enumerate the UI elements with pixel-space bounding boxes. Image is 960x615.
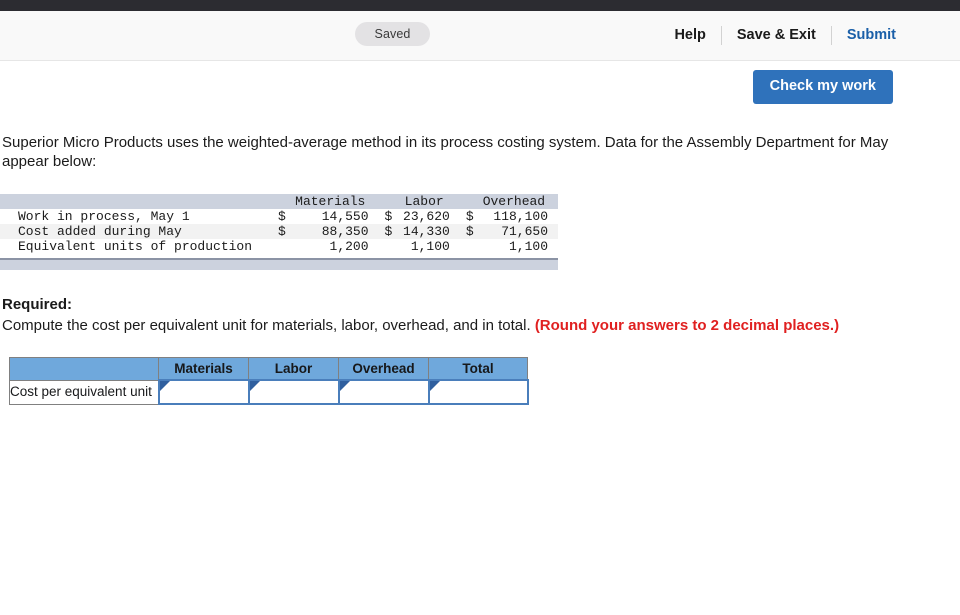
app-header: Saved Help Save & Exit Submit — [0, 11, 960, 61]
answer-header-overhead: Overhead — [338, 357, 429, 381]
cell-currency — [272, 239, 292, 254]
cell-currency — [460, 239, 480, 254]
row-label: Equivalent units of production — [18, 239, 253, 254]
total-input[interactable] — [429, 382, 527, 402]
header-cell-currency-materials — [271, 194, 292, 209]
required-instruction-text: Compute the cost per equivalent unit for… — [2, 317, 531, 334]
answer-header-row: Materials Labor Overhead Total — [9, 357, 528, 381]
header-cell-currency-labor — [378, 194, 399, 209]
materials-input[interactable] — [159, 382, 248, 402]
cell-marker-icon — [159, 381, 170, 391]
app-top-strip — [0, 0, 960, 11]
cell-value: 23,620 — [403, 209, 450, 224]
cell-currency: $ — [465, 209, 474, 224]
answer-row: Cost per equivalent unit — [9, 379, 529, 405]
help-button[interactable]: Help — [659, 28, 720, 43]
cell-value: 118,100 — [493, 209, 548, 224]
overhead-input[interactable] — [339, 382, 428, 402]
header-actions: Help Save & Exit Submit — [659, 11, 896, 60]
cell-value: 1,100 — [508, 239, 548, 254]
cell-value: 14,330 — [398, 224, 460, 239]
question-intro-text: Superior Micro Products uses the weighte… — [2, 134, 889, 170]
answer-header-materials: Materials — [158, 357, 249, 381]
answer-table: Materials Labor Overhead Total Cost per … — [9, 357, 960, 405]
table-row: Cost added during May $ 88,350 $ 14,330 … — [0, 224, 558, 239]
cell-currency: $ — [384, 209, 393, 224]
header-cell-labor: Labor — [398, 194, 460, 209]
cell-currency: $ — [271, 224, 292, 239]
submit-button[interactable]: Submit — [832, 28, 896, 43]
check-my-work-row: Check my work — [0, 61, 960, 107]
question-content: Superior Micro Products uses the weighte… — [0, 133, 960, 405]
table-header-row: Materials Labor Overhead — [0, 194, 558, 209]
header-cell-overhead: Overhead — [479, 194, 558, 209]
header-cell-materials: Materials — [291, 194, 379, 209]
given-data-table: Materials Labor Overhead Work in process… — [0, 194, 558, 270]
check-my-work-button[interactable]: Check my work — [752, 70, 893, 104]
row-label: Work in process, May 1 — [18, 209, 190, 224]
cell-marker-icon — [249, 381, 260, 391]
header-cell-blank — [0, 194, 272, 209]
cell-value: 1,100 — [410, 239, 450, 254]
cell-currency: $ — [277, 209, 286, 224]
cell-currency — [379, 239, 399, 254]
cell-value: 88,350 — [291, 224, 379, 239]
answer-header-total: Total — [428, 357, 528, 381]
save-and-exit-button[interactable]: Save & Exit — [722, 28, 831, 43]
answer-cell-labor[interactable] — [247, 379, 340, 405]
answer-row-label: Cost per equivalent unit — [9, 379, 159, 405]
answer-cell-total[interactable] — [427, 379, 529, 405]
required-heading: Required: — [2, 296, 73, 313]
status-badge: Saved — [355, 22, 430, 46]
header-cell-currency-overhead — [459, 194, 480, 209]
answer-header-labor: Labor — [248, 357, 339, 381]
table-row: Work in process, May 1 $ 14,550 $ 23,620… — [0, 209, 558, 224]
cell-currency: $ — [378, 224, 399, 239]
cell-marker-icon — [429, 381, 440, 391]
cell-value: 71,650 — [479, 224, 558, 239]
labor-input[interactable] — [249, 382, 338, 402]
rounding-note: (Round your answers to 2 decimal places.… — [534, 317, 840, 334]
answer-cell-materials[interactable] — [157, 379, 250, 405]
answer-cell-overhead[interactable] — [337, 379, 430, 405]
cell-marker-icon — [339, 381, 350, 391]
answer-header-corner — [9, 357, 159, 381]
required-instructions: Compute the cost per equivalent unit for… — [2, 316, 960, 335]
cell-value: 14,550 — [321, 209, 369, 224]
cell-currency: $ — [459, 224, 480, 239]
table-row: Equivalent units of production 1,200 1,1… — [0, 239, 558, 254]
row-label: Cost added during May — [0, 224, 272, 239]
cell-value: 1,200 — [329, 239, 369, 254]
table-footer-bar — [0, 258, 558, 270]
